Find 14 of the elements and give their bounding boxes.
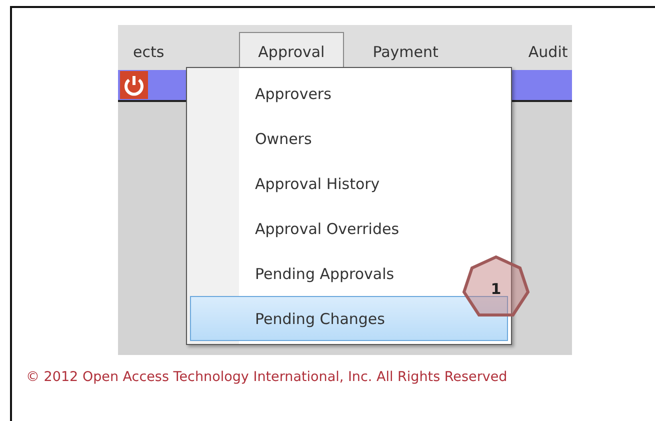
menu-item[interactable]: Pending Approvals <box>190 251 400 296</box>
menu-item[interactable]: Approval Overrides <box>190 206 404 252</box>
menu-item[interactable]: Owners <box>190 116 317 162</box>
callout-badge <box>462 255 530 319</box>
menu-tab[interactable]: Approval <box>239 32 344 70</box>
menu-item[interactable]: Approvers <box>190 72 336 117</box>
menu-tab[interactable]: Payment <box>358 32 454 70</box>
power-icon[interactable] <box>120 71 148 99</box>
menu-tab[interactable]: Audit <box>513 32 583 70</box>
callout-number: 1 <box>490 280 502 298</box>
menu-item[interactable]: Pending Changes <box>190 296 508 341</box>
menu-item[interactable]: Approval History <box>190 162 385 206</box>
menu-tab[interactable]: ects <box>118 32 180 70</box>
copyright-text: © 2012 Open Access Technology International, Inc. All Rights Reserved <box>26 369 508 385</box>
